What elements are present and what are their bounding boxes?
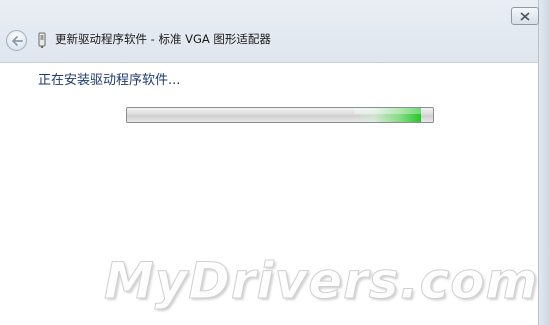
device-icon	[38, 32, 46, 48]
close-button[interactable]	[511, 7, 539, 25]
status-text: 正在安装驱动程序软件...	[38, 73, 181, 88]
dialog-title: 更新驱动程序软件 - 标准 VGA 图形适配器	[55, 32, 271, 46]
update-driver-dialog: 更新驱动程序软件 - 标准 VGA 图形适配器 正在安装驱动程序软件... My…	[0, 0, 550, 325]
back-button[interactable]	[6, 30, 27, 51]
watermark: MyDrivers.com	[104, 252, 539, 311]
back-arrow-icon	[11, 35, 23, 46]
close-icon	[520, 11, 530, 21]
install-progress-bar	[126, 107, 434, 123]
progress-indicator	[354, 108, 421, 122]
window-border	[538, 0, 550, 325]
